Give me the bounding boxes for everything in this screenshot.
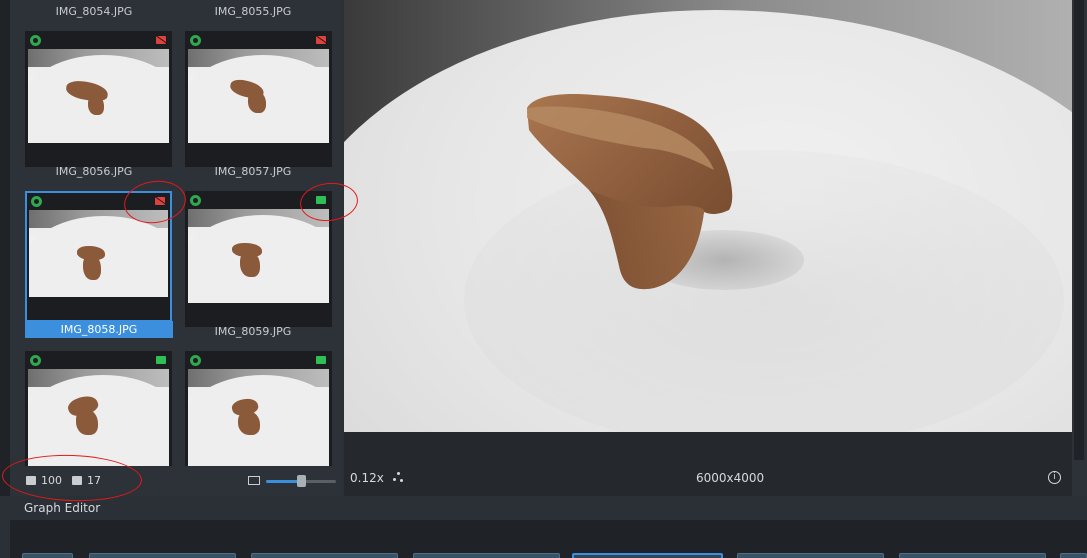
thumbnail-image — [188, 209, 329, 303]
thumbnail-size-slider-fill — [266, 480, 301, 483]
keypoints-icon[interactable] — [393, 472, 405, 482]
thumbnail-label: IMG_8054.JPG — [55, 5, 133, 18]
right-side-panel — [1072, 0, 1087, 496]
graph-node[interactable] — [899, 553, 1046, 558]
reconstructed-status-icon — [190, 195, 201, 206]
thumbnail-img-8057[interactable] — [185, 31, 332, 167]
thumbnail-image-item[interactable] — [185, 351, 332, 468]
reconstructed-status-icon — [31, 196, 42, 207]
thumbnail-header — [26, 352, 171, 369]
image-viewer[interactable] — [344, 0, 1072, 432]
graph-node[interactable] — [22, 553, 73, 558]
thumbnail-image — [29, 210, 168, 304]
thumbnail-image-item[interactable] — [25, 351, 172, 468]
camera-enabled-icon[interactable] — [156, 356, 166, 364]
reconstructed-status-icon — [190, 35, 201, 46]
image-gallery[interactable]: IMG_8054.JPG IMG_8055.JPG IMG_8056.JPG I… — [10, 0, 343, 496]
thumbnail-label: IMG_8056.JPG — [55, 165, 133, 178]
thumbnail-size-slider-handle[interactable] — [297, 475, 306, 487]
graph-node[interactable] — [89, 553, 236, 558]
image-resolution: 6000x4000 — [696, 471, 765, 485]
thumbnail-size-icon — [248, 476, 260, 485]
thumbnail-label: IMG_8055.JPG — [214, 5, 292, 18]
camera-disabled-icon[interactable] — [316, 36, 326, 44]
thumbnail-image — [188, 49, 329, 143]
camera-enabled-icon[interactable] — [316, 356, 326, 364]
graph-editor-title: Graph Editor — [24, 501, 101, 515]
reconstructed-status-icon — [30, 35, 41, 46]
thumbnail-image — [188, 369, 329, 467]
camera-disabled-icon[interactable] — [156, 36, 166, 44]
thumbnail-header — [186, 32, 331, 49]
object-photo — [527, 94, 733, 290]
thumbnail-image — [28, 49, 169, 143]
app-window: IMG_8054.JPG IMG_8055.JPG IMG_8056.JPG I… — [0, 0, 1087, 558]
info-icon[interactable]: i — [1048, 471, 1061, 484]
viewer-footer: 0.12x 6000x4000 i — [344, 432, 1072, 496]
graph-node[interactable] — [413, 553, 560, 558]
graph-node[interactable] — [251, 553, 398, 558]
thumbnail-header — [186, 352, 331, 369]
scrollbar[interactable] — [1074, 0, 1084, 460]
graph-node[interactable] — [737, 553, 884, 558]
thumbnail-label: IMG_8059.JPG — [214, 325, 292, 338]
left-side-panel — [0, 0, 10, 496]
graph-node[interactable] — [1060, 553, 1087, 558]
reconstructed-status-icon — [30, 355, 41, 366]
reconstructed-status-icon — [190, 355, 201, 366]
graph-node-selected[interactable] — [572, 553, 723, 558]
thumbnail-label: IMG_8057.JPG — [214, 165, 292, 178]
thumbnail-img-8056[interactable] — [25, 31, 172, 167]
thumbnail-image — [28, 369, 169, 467]
thumbnail-header — [26, 32, 171, 49]
thumbnail-label-selected: IMG_8058.JPG — [25, 321, 173, 338]
zoom-level: 0.12x — [350, 471, 384, 485]
graph-editor-panel: Graph Editor — [0, 496, 1087, 558]
